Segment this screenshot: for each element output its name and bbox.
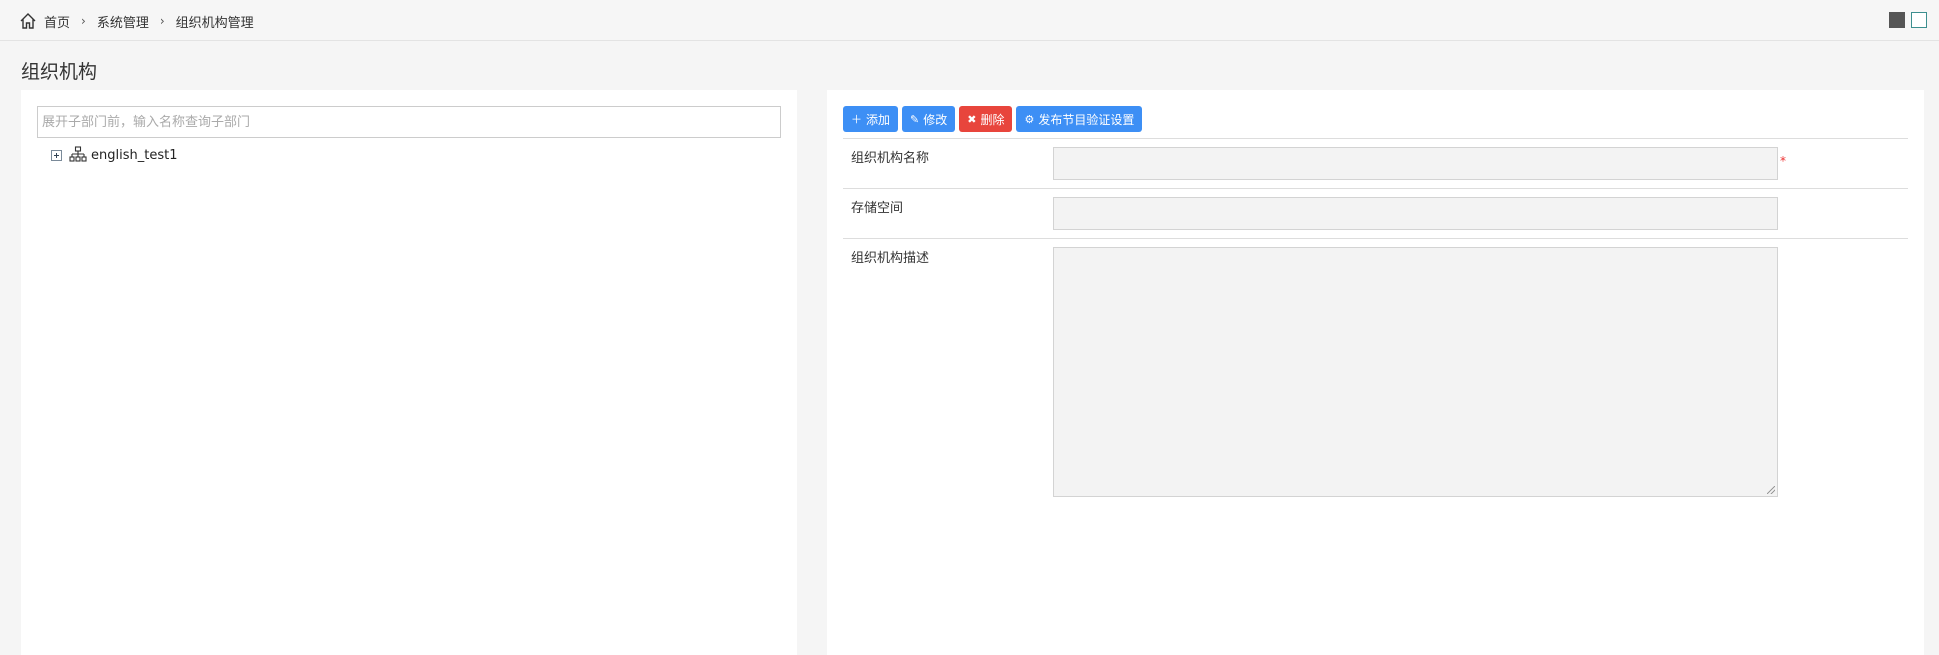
org-name-field[interactable] — [1053, 147, 1778, 180]
form-row-description: 组织机构描述 — [843, 238, 1908, 509]
breadcrumb-home[interactable]: 首页 — [44, 12, 70, 31]
layout-dark-icon[interactable] — [1889, 12, 1905, 28]
expand-plus-icon[interactable] — [51, 149, 62, 161]
gear-icon: ⚙ — [1024, 112, 1035, 126]
delete-button[interactable]: ✖ 删除 — [959, 106, 1013, 132]
add-button[interactable]: ＋ 添加 — [843, 106, 899, 132]
toolbar: ＋ 添加 ✎ 修改 ✖ 删除 ⚙ 发布节目验证设置 — [843, 106, 1143, 132]
close-icon: ✖ — [967, 112, 977, 126]
form-row-storage: 存储空间 — [843, 188, 1908, 239]
org-description-label: 组织机构描述 — [851, 251, 930, 266]
form-row-name: 组织机构名称 * — [843, 138, 1908, 189]
org-chart-icon — [69, 146, 87, 162]
breadcrumb-separator-icon: › — [81, 14, 86, 28]
plus-icon: ＋ — [851, 113, 862, 126]
tree-search-input[interactable] — [37, 106, 781, 138]
publish-verify-settings-button[interactable]: ⚙ 发布节目验证设置 — [1016, 106, 1143, 132]
top-bar: 首页 › 系统管理 › 组织机构管理 — [0, 0, 1939, 41]
resize-grip-icon[interactable] — [1767, 486, 1775, 494]
publish-verify-settings-label: 发布节目验证设置 — [1038, 112, 1135, 127]
layout-toggle — [1889, 12, 1927, 28]
storage-label: 存储空间 — [851, 201, 904, 216]
org-detail-panel: ＋ 添加 ✎ 修改 ✖ 删除 ⚙ 发布节目验证设置 组织机构名称 * 存储空间 … — [827, 90, 1924, 655]
required-mark: * — [1780, 154, 1786, 168]
tree-node-label[interactable]: english_test1 — [91, 148, 177, 163]
org-name-label: 组织机构名称 — [851, 151, 930, 166]
edit-button-label: 修改 — [923, 112, 948, 127]
breadcrumb-separator-icon: › — [159, 14, 165, 28]
pencil-icon: ✎ — [910, 112, 920, 126]
edit-button[interactable]: ✎ 修改 — [902, 106, 956, 132]
storage-field[interactable] — [1053, 197, 1778, 230]
breadcrumb: 首页 › 系统管理 › 组织机构管理 — [18, 11, 254, 31]
page-title: 组织机构 — [21, 61, 98, 83]
breadcrumb-org-management: 组织机构管理 — [175, 15, 254, 31]
home-icon[interactable] — [18, 11, 38, 31]
layout-light-icon[interactable] — [1911, 12, 1927, 28]
org-tree-panel: english_test1 — [21, 90, 797, 655]
add-button-label: 添加 — [866, 112, 891, 127]
breadcrumb-system-management[interactable]: 系统管理 — [97, 12, 149, 31]
org-description-textarea[interactable] — [1053, 247, 1778, 497]
delete-button-label: 删除 — [980, 112, 1005, 127]
tree-node[interactable]: english_test1 — [51, 146, 177, 164]
